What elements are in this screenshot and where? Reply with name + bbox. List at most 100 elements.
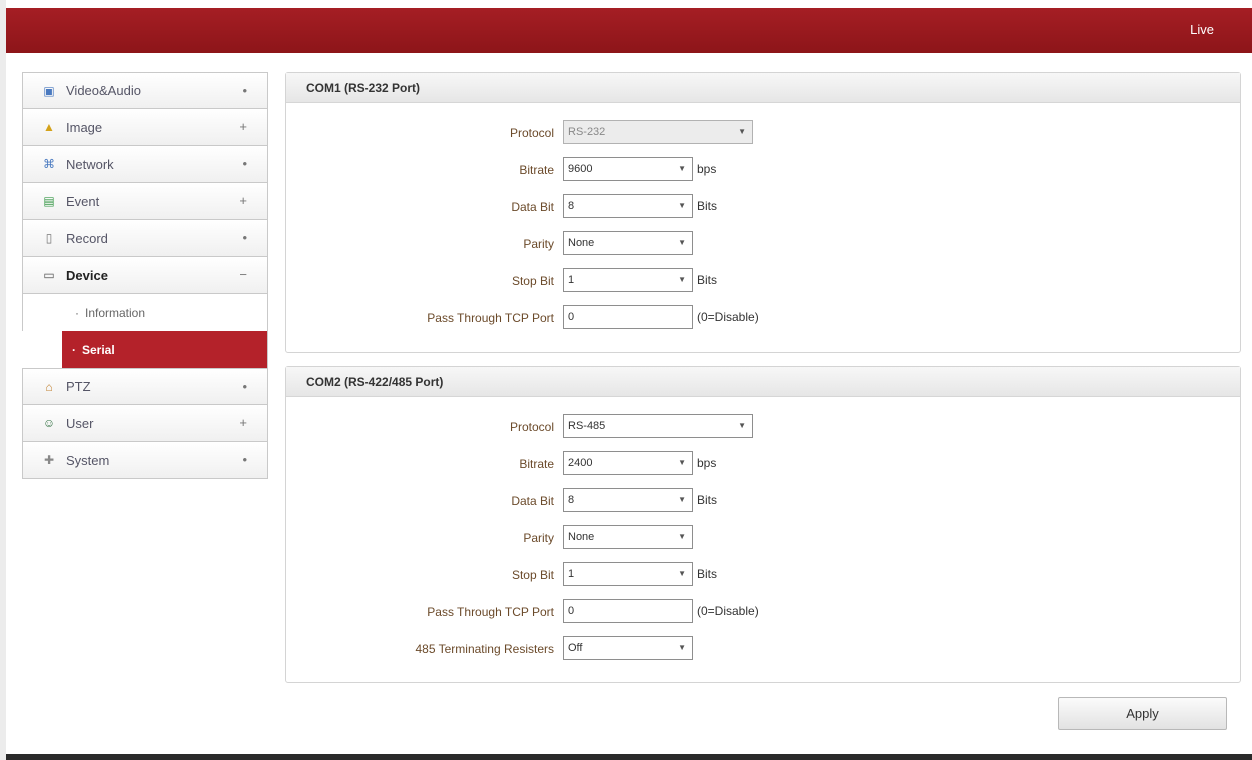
stopbit-label: Stop Bit: [511, 568, 554, 582]
system-icon: ✚: [43, 453, 55, 467]
tcp-port-note: (0=Disable): [697, 604, 759, 618]
parity-label: Parity: [523, 531, 554, 545]
select-value: RS-485: [568, 420, 606, 432]
expand-icon: +: [239, 415, 247, 430]
sidebar-item-label: Image: [66, 119, 103, 135]
select-value: 1: [568, 274, 575, 286]
chevron-down-icon: ▼: [678, 238, 686, 247]
sidebar-item-label: User: [66, 415, 94, 431]
com1-panel: COM1 (RS-232 Port) Protocol RS-232 ▼ Bit…: [285, 72, 1241, 353]
com2-parity-select[interactable]: None ▼: [563, 525, 693, 549]
sidebar-item-user[interactable]: ☺ User +: [22, 405, 268, 442]
com2-protocol-select[interactable]: RS-485 ▼: [563, 414, 753, 438]
com2-tcp-port-input[interactable]: 0: [563, 599, 693, 623]
sidebar-item-label: Record: [66, 230, 108, 246]
select-value: Off: [568, 642, 583, 654]
com2-tcp-row: Pass Through TCP Port 0 (0=Disable): [286, 599, 1240, 625]
com1-stopbit-select[interactable]: 1 ▼: [563, 268, 693, 292]
sidebar-item-device[interactable]: ▭ Device −: [22, 257, 268, 294]
expand-icon: +: [239, 193, 247, 208]
sidebar-item-ptz[interactable]: ⌂ PTZ •: [22, 368, 268, 405]
sidebar-item-label: System: [66, 452, 110, 468]
com2-panel-title: COM2 (RS-422/485 Port): [286, 367, 1240, 397]
com2-databit-select[interactable]: 8 ▼: [563, 488, 693, 512]
protocol-label: Protocol: [509, 420, 554, 434]
expand-icon: •: [242, 230, 247, 245]
sidebar-item-network[interactable]: ⌘ Network •: [22, 146, 268, 183]
com1-protocol-select: RS-232 ▼: [563, 120, 753, 144]
chevron-down-icon: ▼: [678, 532, 686, 541]
chevron-down-icon: ▼: [678, 201, 686, 210]
expand-icon: •: [242, 379, 247, 394]
bullet-icon: ·: [75, 305, 79, 320]
com2-parity-row: Parity None ▼: [286, 525, 1240, 551]
sidebar-item-video-audio[interactable]: ▣ Video&Audio •: [22, 72, 268, 109]
com1-panel-title: COM1 (RS-232 Port): [286, 73, 1240, 103]
device-icon: ▭: [43, 268, 55, 282]
select-value: 8: [568, 200, 575, 212]
apply-button[interactable]: Apply: [1058, 697, 1227, 730]
chevron-down-icon: ▼: [678, 643, 686, 652]
live-link[interactable]: Live: [1190, 22, 1214, 37]
com2-bitrate-row: Bitrate 2400 ▼ bps: [286, 451, 1240, 477]
sidebar-item-label: PTZ: [66, 379, 91, 394]
com1-parity-select[interactable]: None ▼: [563, 231, 693, 255]
databit-label: Data Bit: [511, 494, 554, 508]
com2-databit-row: Data Bit 8 ▼ Bits: [286, 488, 1240, 514]
com2-bitrate-select[interactable]: 2400 ▼: [563, 451, 693, 475]
chevron-down-icon: ▼: [678, 275, 686, 284]
sidebar-menu: ▣ Video&Audio • ▲ Image + ⌘ Network • ▤ …: [22, 72, 268, 479]
select-value: 9600: [568, 163, 593, 175]
window-bottom-edge: [6, 754, 1252, 760]
com2-terminating-row: 485 Terminating Resisters Off ▼: [286, 636, 1240, 662]
com1-parity-row: Parity None ▼: [286, 231, 1240, 257]
tcp-port-note: (0=Disable): [697, 310, 759, 324]
video-audio-icon: ▣: [43, 83, 55, 98]
tcp-port-label: Pass Through TCP Port: [427, 311, 554, 325]
user-icon: ☺: [42, 416, 56, 430]
sidebar-item-image[interactable]: ▲ Image +: [22, 109, 268, 146]
com2-terminating-select[interactable]: Off ▼: [563, 636, 693, 660]
sidebar-item-label: Network: [66, 156, 114, 172]
event-icon: ▤: [43, 194, 55, 208]
select-value: 2400: [568, 457, 593, 469]
chevron-down-icon: ▼: [738, 127, 746, 136]
chevron-down-icon: ▼: [678, 164, 686, 173]
sidebar-item-label: Device: [66, 267, 108, 283]
databit-label: Data Bit: [511, 200, 554, 214]
submenu-item-serial[interactable]: · Serial: [62, 331, 268, 368]
bitrate-unit: bps: [697, 162, 717, 176]
com2-protocol-row: Protocol RS-485 ▼: [286, 414, 1240, 440]
image-icon: ▲: [43, 120, 55, 134]
bitrate-label: Bitrate: [519, 163, 554, 177]
com1-protocol-row: Protocol RS-232 ▼: [286, 120, 1240, 146]
submenu-item-information[interactable]: · Information: [22, 294, 268, 331]
network-icon: ⌘: [43, 157, 55, 171]
bitrate-label: Bitrate: [519, 457, 554, 471]
databit-unit: Bits: [697, 199, 718, 213]
sidebar-item-record[interactable]: ▯ Record •: [22, 220, 268, 257]
com2-panel: COM2 (RS-422/485 Port) Protocol RS-485 ▼…: [285, 366, 1241, 683]
com1-bitrate-row: Bitrate 9600 ▼ bps: [286, 157, 1240, 183]
tcp-port-label: Pass Through TCP Port: [427, 605, 554, 619]
window-left-edge: [0, 0, 6, 760]
com1-databit-select[interactable]: 8 ▼: [563, 194, 693, 218]
sidebar-item-event[interactable]: ▤ Event +: [22, 183, 268, 220]
com1-tcp-port-input[interactable]: 0: [563, 305, 693, 329]
terminating-resisters-label: 485 Terminating Resisters: [415, 642, 554, 656]
com1-bitrate-select[interactable]: 9600 ▼: [563, 157, 693, 181]
com2-stopbit-row: Stop Bit 1 ▼ Bits: [286, 562, 1240, 588]
expand-icon: •: [242, 156, 247, 171]
com1-tcp-row: Pass Through TCP Port 0 (0=Disable): [286, 305, 1240, 331]
select-value: 1: [568, 568, 575, 580]
bitrate-unit: bps: [697, 456, 717, 470]
expand-icon: +: [239, 119, 247, 134]
collapse-icon: −: [239, 267, 247, 282]
sidebar-item-system[interactable]: ✚ System •: [22, 442, 268, 479]
top-header-bar: Live: [6, 8, 1252, 53]
chevron-down-icon: ▼: [678, 495, 686, 504]
select-value: None: [568, 531, 595, 543]
chevron-down-icon: ▼: [678, 458, 686, 467]
com2-stopbit-select[interactable]: 1 ▼: [563, 562, 693, 586]
chevron-down-icon: ▼: [738, 421, 746, 430]
